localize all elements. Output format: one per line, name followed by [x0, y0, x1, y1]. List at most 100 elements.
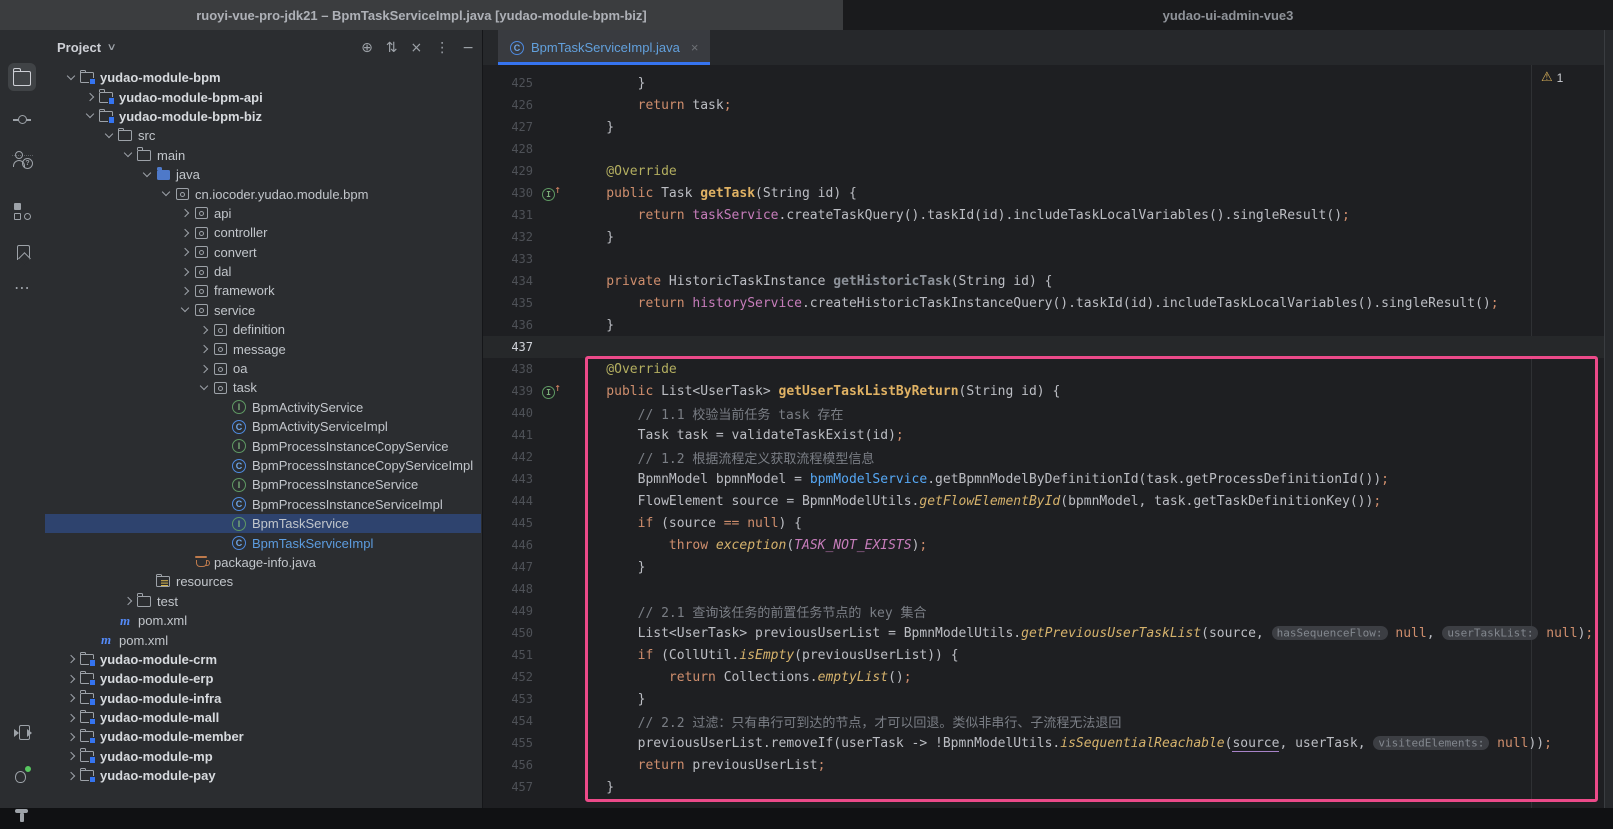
- code-text: List<UserTask> previousUserList = BpmnMo…: [575, 626, 1593, 641]
- chevron-right-icon[interactable]: [196, 341, 212, 357]
- chevron-down-icon[interactable]: [82, 108, 98, 124]
- chevron-right-icon[interactable]: [63, 710, 79, 726]
- locate-icon[interactable]: ⊕: [361, 41, 373, 55]
- pr-tool-icon[interactable]: ?: [8, 145, 36, 173]
- tree-item[interactable]: CBpmActivityServiceImpl: [45, 417, 481, 436]
- tree-item[interactable]: main: [45, 146, 481, 165]
- chevron-right-icon[interactable]: [63, 690, 79, 706]
- chevron-right-icon[interactable]: [63, 651, 79, 667]
- chevron-right-icon[interactable]: [63, 748, 79, 764]
- code-text: if (CollUtil.isEmpty(previousUserList)) …: [575, 648, 959, 663]
- chevron-right-icon[interactable]: [177, 225, 193, 241]
- chevron-right-icon[interactable]: [177, 205, 193, 221]
- tab-close-icon[interactable]: ×: [691, 40, 699, 55]
- tree-item-label: api: [214, 206, 231, 221]
- javafile-icon: [193, 554, 209, 570]
- implements-gutter-icon[interactable]: I: [533, 186, 575, 201]
- chevron-right-icon[interactable]: [63, 671, 79, 687]
- run-tool-icon[interactable]: [8, 718, 36, 746]
- hide-icon[interactable]: −: [462, 41, 474, 55]
- chevron-down-icon[interactable]: [63, 70, 79, 86]
- chevron-spacer: [215, 458, 231, 474]
- tree-item-label: BpmProcessInstanceCopyServiceImpl: [252, 458, 473, 473]
- project-tool-icon[interactable]: [8, 63, 36, 91]
- tree-item[interactable]: dal: [45, 262, 481, 281]
- tree-item[interactable]: yudao-module-mall: [45, 708, 481, 727]
- tree-item[interactable]: yudao-module-mp: [45, 747, 481, 766]
- bookmark-tool-icon[interactable]: [8, 238, 36, 266]
- tree-item[interactable]: cn.iocoder.yudao.module.bpm: [45, 184, 481, 203]
- project-tree[interactable]: yudao-module-bpmyudao-module-bpm-apiyuda…: [45, 65, 481, 808]
- chevron-right-icon[interactable]: [63, 768, 79, 784]
- tree-item[interactable]: java: [45, 165, 481, 184]
- tree-item[interactable]: yudao-module-bpm-api: [45, 87, 481, 106]
- editor[interactable]: C BpmTaskServiceImpl.java × ⚠ 1 425 }426…: [483, 30, 1613, 808]
- chevron-right-icon[interactable]: [177, 264, 193, 280]
- line-number: 443: [483, 472, 533, 486]
- build-tool-icon[interactable]: [8, 801, 36, 829]
- collapse-all-icon[interactable]: ×: [411, 41, 423, 55]
- tree-item[interactable]: IBpmProcessInstanceService: [45, 475, 481, 494]
- tree-item[interactable]: yudao-module-bpm: [45, 68, 481, 87]
- chevron-down-icon[interactable]: [120, 147, 136, 163]
- tree-item-label: yudao-module-mall: [100, 710, 219, 725]
- tree-item[interactable]: package-info.java: [45, 553, 481, 572]
- chevron-down-icon[interactable]: [196, 380, 212, 396]
- chevron-down-icon[interactable]: [139, 167, 155, 183]
- chevron-down-icon[interactable]: [158, 186, 174, 202]
- tree-item[interactable]: yudao-module-crm: [45, 650, 481, 669]
- options-icon[interactable]: ⋮: [435, 41, 449, 55]
- tree-item[interactable]: yudao-module-pay: [45, 766, 481, 785]
- line-number: 441: [483, 428, 533, 442]
- code-area[interactable]: 425 }426 return task;427 }428429 @Overri…: [483, 65, 1613, 808]
- chevron-right-icon[interactable]: [177, 283, 193, 299]
- editor-tab[interactable]: C BpmTaskServiceImpl.java ×: [498, 30, 710, 65]
- commit-tool-icon[interactable]: [8, 105, 36, 133]
- tree-item[interactable]: CBpmTaskServiceImpl: [45, 533, 481, 552]
- chevron-right-icon[interactable]: [63, 729, 79, 745]
- chevron-right-icon[interactable]: [196, 322, 212, 338]
- tree-item[interactable]: IBpmActivityService: [45, 398, 481, 417]
- chevron-down-icon[interactable]: [177, 302, 193, 318]
- structure-tool-icon[interactable]: [8, 198, 36, 226]
- tree-item[interactable]: IBpmTaskService: [45, 514, 481, 533]
- chevron-right-icon[interactable]: [177, 244, 193, 260]
- tree-item[interactable]: CBpmProcessInstanceCopyServiceImpl: [45, 456, 481, 475]
- problems-tool-icon[interactable]: [8, 761, 36, 789]
- tree-item[interactable]: message: [45, 339, 481, 358]
- tree-item[interactable]: yudao-module-bpm-biz: [45, 107, 481, 126]
- tree-item[interactable]: src: [45, 126, 481, 145]
- tree-item[interactable]: yudao-module-member: [45, 727, 481, 746]
- code-line: 431 return taskService.createTaskQuery()…: [483, 204, 1613, 226]
- tree-item[interactable]: framework: [45, 281, 481, 300]
- class-icon: C: [231, 535, 247, 551]
- implements-gutter-icon[interactable]: I: [533, 384, 575, 399]
- tree-item[interactable]: controller: [45, 223, 481, 242]
- tree-item[interactable]: test: [45, 592, 481, 611]
- tree-item[interactable]: definition: [45, 320, 481, 339]
- line-number: 449: [483, 604, 533, 618]
- tree-item[interactable]: IBpmProcessInstanceCopyService: [45, 436, 481, 455]
- chevron-down-icon[interactable]: [101, 128, 117, 144]
- tree-item[interactable]: resources: [45, 572, 481, 591]
- code-line: 451 if (CollUtil.isEmpty(previousUserLis…: [483, 644, 1613, 666]
- project-panel-title[interactable]: Project: [57, 40, 101, 55]
- chevron-right-icon[interactable]: [82, 89, 98, 105]
- chevron-down-icon[interactable]: ∨: [107, 42, 117, 53]
- expand-all-icon[interactable]: ⇅: [386, 41, 398, 55]
- code-text: previousUserList.removeIf(userTask -> !B…: [575, 736, 1552, 751]
- tree-item[interactable]: yudao-module-infra: [45, 689, 481, 708]
- tree-item[interactable]: api: [45, 204, 481, 223]
- tree-item[interactable]: service: [45, 301, 481, 320]
- tree-item[interactable]: mpom.xml: [45, 630, 481, 649]
- tree-item[interactable]: convert: [45, 243, 481, 262]
- tree-item[interactable]: oa: [45, 359, 481, 378]
- more-tool-icon[interactable]: ⋯: [8, 274, 36, 302]
- tree-item[interactable]: mpom.xml: [45, 611, 481, 630]
- chevron-right-icon[interactable]: [196, 361, 212, 377]
- folder-icon: [136, 147, 152, 163]
- tree-item[interactable]: CBpmProcessInstanceServiceImpl: [45, 495, 481, 514]
- chevron-right-icon[interactable]: [120, 593, 136, 609]
- tree-item[interactable]: task: [45, 378, 481, 397]
- tree-item[interactable]: yudao-module-erp: [45, 669, 481, 688]
